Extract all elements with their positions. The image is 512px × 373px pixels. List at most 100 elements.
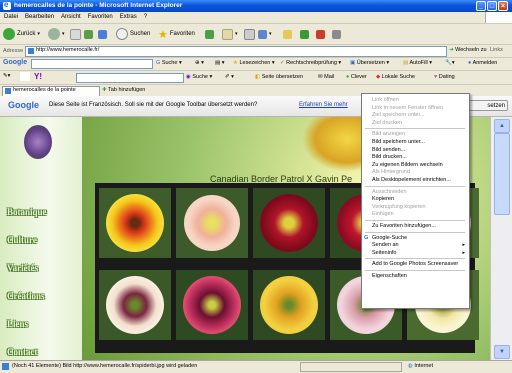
context-menu-item[interactable]: Senden an: [372, 242, 399, 248]
context-menu-item[interactable]: Als Desktopelement einrichten...: [372, 177, 451, 183]
history-button[interactable]: [205, 27, 214, 41]
home-button[interactable]: [98, 27, 107, 41]
wrench-button[interactable]: 🔧▾: [445, 60, 455, 66]
nav-liens[interactable]: Liens: [7, 319, 28, 329]
learn-more-link[interactable]: Erfahren Sie mehr: [299, 102, 348, 108]
links-label[interactable]: Links: [490, 47, 503, 53]
translate-confirm-button[interactable]: setzen: [468, 100, 508, 111]
context-menu-item[interactable]: Add to Google Photos Screensaver: [372, 261, 458, 267]
gallery-image[interactable]: [99, 188, 171, 258]
google-search-button[interactable]: G Suche ▾: [156, 60, 182, 66]
favorites-button[interactable]: ★ Favoriten: [158, 27, 195, 41]
translate-page-label: Seite übersetzen: [261, 74, 304, 80]
context-menu-item[interactable]: Bild senden...: [372, 147, 405, 153]
context-menu-item[interactable]: Kopieren: [372, 196, 394, 202]
window-titlebar[interactable]: hemerocalles de la pointe - Microsoft In…: [0, 0, 512, 12]
signin-button[interactable]: ● Anmelden: [468, 60, 497, 66]
dating-button[interactable]: ♥ Dating: [434, 74, 455, 80]
yahoo-search-input[interactable]: [76, 73, 184, 83]
clever-button[interactable]: ● Clever: [346, 74, 367, 80]
minimize-button[interactable]: _: [476, 1, 486, 11]
forward-arrow-icon: [48, 28, 60, 40]
google-search-input[interactable]: [31, 59, 153, 69]
nav-creations[interactable]: Créations: [7, 291, 45, 301]
context-menu-item[interactable]: Zu Favoriten hinzufügen...: [372, 223, 436, 229]
translate-button[interactable]: ▣ Übersetzen ▾: [350, 60, 389, 66]
edit-button[interactable]: ▾: [258, 27, 272, 41]
messenger-button[interactable]: [300, 27, 309, 41]
go-button[interactable]: ➜ Wechseln zu: [449, 47, 487, 53]
nav-contact[interactable]: Contact: [7, 347, 38, 357]
google-sidewiki-button[interactable]: ▤ ▾: [215, 60, 225, 66]
yahoo-shield-icon[interactable]: [20, 72, 30, 81]
yahoo-mail-button[interactable]: ✉ Mail: [318, 74, 334, 80]
discuss-button[interactable]: [283, 27, 292, 41]
bookmarks-button[interactable]: ★ Lesezeichen ▾: [233, 60, 275, 66]
context-menu-item[interactable]: Seiteninfo: [372, 250, 396, 256]
yahoo-search-button[interactable]: ◉ Suche ▾: [186, 74, 212, 80]
context-menu-item[interactable]: Zu eigenen Bildern wechseln: [372, 162, 443, 168]
yahoo-highlight-button[interactable]: ✐ ▾: [225, 74, 234, 80]
google-g-icon: G: [364, 234, 369, 241]
gallery-image[interactable]: [99, 270, 171, 340]
scroll-down-button[interactable]: ▼: [494, 345, 510, 359]
print-icon: [244, 28, 255, 40]
gallery-image[interactable]: [176, 270, 248, 340]
ie-icon: [3, 0, 11, 10]
spellcheck-button[interactable]: ✓ Rechtschreibprüfung ▾: [280, 60, 341, 66]
context-menu-item: Link in neuem Fenster öffnen: [372, 105, 443, 111]
print-button[interactable]: [244, 27, 255, 41]
translate-page-button[interactable]: ◧ Seite übersetzen: [255, 74, 303, 80]
context-menu-item: Ziel drucken: [372, 120, 402, 126]
spellcheck-icon: ✓: [280, 60, 285, 66]
maximize-button[interactable]: □: [487, 1, 497, 11]
yahoo-pencil-button[interactable]: ✎▾: [3, 73, 10, 79]
yahoo-logo-icon[interactable]: Y!: [34, 72, 42, 81]
menu-help[interactable]: ?: [140, 12, 150, 20]
nav-varietes[interactable]: Variétés: [7, 263, 38, 273]
scroll-thumb[interactable]: [494, 133, 510, 215]
menu-ansicht[interactable]: Ansicht: [57, 12, 84, 20]
autofill-button[interactable]: ▤ AutoFill ▾: [403, 60, 432, 66]
favorites-label: Favoriten: [169, 31, 195, 37]
gallery-image[interactable]: [253, 188, 325, 258]
context-menu-item[interactable]: Bild drucken...: [372, 154, 407, 160]
forward-button[interactable]: ▾: [48, 27, 65, 41]
nav-botanique[interactable]: Botanique: [7, 207, 47, 217]
menu-extras[interactable]: Extras: [116, 12, 140, 20]
gallery-image[interactable]: [176, 188, 248, 258]
local-search-button[interactable]: ◆ Lokale Suche: [376, 74, 415, 80]
search-button[interactable]: Suchen: [116, 27, 150, 41]
tools-button[interactable]: [332, 27, 341, 41]
research-button[interactable]: [316, 27, 325, 41]
context-menu-item[interactable]: G Google-Suche: [364, 235, 407, 241]
close-button[interactable]: ×: [498, 1, 508, 11]
stop-button[interactable]: [70, 27, 81, 41]
nav-culture[interactable]: Culture: [7, 235, 37, 245]
context-menu-item-label: Bild senden...: [372, 146, 406, 153]
map-pin-icon: ◆: [376, 74, 381, 80]
refresh-button[interactable]: [84, 27, 93, 41]
add-tab-button[interactable]: ✚ Tab hinzufügen: [102, 87, 145, 93]
context-menu-item-label: Bild anzeigen: [372, 131, 406, 138]
plus-icon: ✚: [102, 87, 107, 93]
menu-favoriten[interactable]: Favoriten: [84, 12, 116, 20]
context-menu-item[interactable]: Bild speichern unter...: [372, 139, 425, 145]
tools-icon: [332, 29, 341, 39]
menu-separator: [365, 185, 465, 187]
context-menu-item: Einfügen: [372, 211, 394, 217]
gallery-image[interactable]: [253, 270, 325, 340]
translate-message: Diese Seite ist Französisch. Soll sie mi…: [49, 102, 258, 108]
address-input[interactable]: http://www.hemerocalle.fr/: [25, 46, 447, 57]
google-options-button[interactable]: ⊕ ▾: [195, 60, 204, 66]
mail-button[interactable]: ▾: [222, 27, 238, 41]
address-url: http://www.hemerocalle.fr/: [36, 47, 100, 53]
vertical-scrollbar[interactable]: ▲ ▼: [490, 117, 512, 360]
menu-datei[interactable]: Datei: [0, 12, 21, 20]
menu-bearbeiten[interactable]: Bearbeiten: [21, 12, 57, 20]
context-menu-item[interactable]: Eigenschaften: [372, 273, 407, 279]
google-g-icon: G: [156, 60, 161, 66]
back-button[interactable]: Zurück ▾: [3, 27, 40, 41]
yahoo-small-icon: ◉: [186, 74, 191, 80]
scroll-up-button[interactable]: ▲: [494, 119, 510, 133]
